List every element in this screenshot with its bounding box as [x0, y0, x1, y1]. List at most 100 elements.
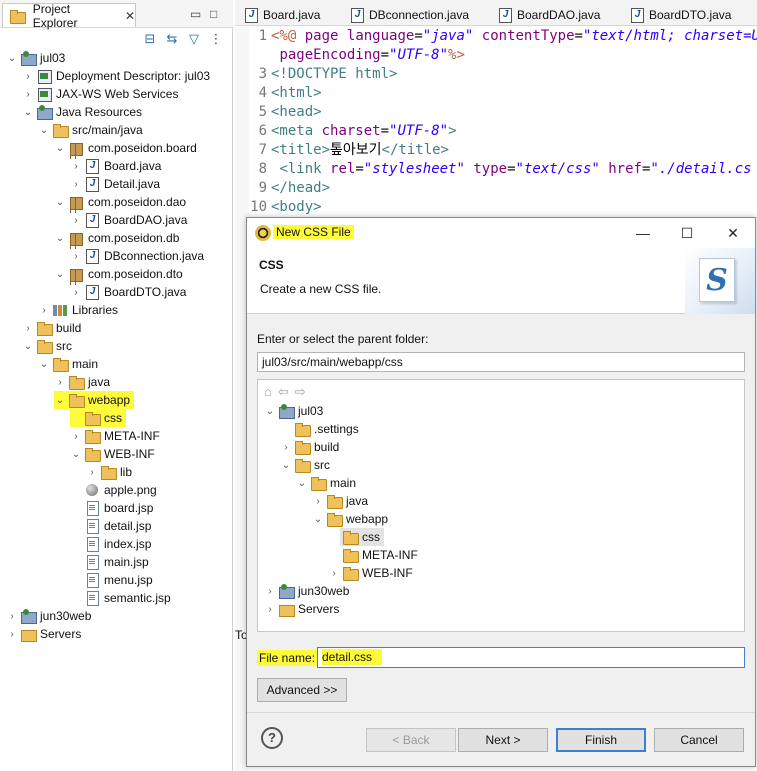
close-icon[interactable]: ✕: [125, 9, 135, 23]
expand-arrow-icon[interactable]: ⌄: [6, 53, 18, 64]
help-icon[interactable]: ?: [261, 727, 283, 749]
expand-arrow-icon[interactable]: ›: [70, 215, 82, 226]
tree-item-build[interactable]: › build: [22, 319, 81, 337]
tree-item-webapp[interactable]: ⌄ webapp: [54, 391, 135, 409]
tree-item-webapp[interactable]: ⌄ webapp: [312, 510, 388, 528]
tree-item-meta-inf[interactable]: › META-INF: [70, 427, 160, 445]
expand-arrow-icon[interactable]: ⌄: [54, 233, 66, 244]
tree-item-lib[interactable]: › lib: [86, 463, 132, 481]
tree-item-jun30web[interactable]: › jun30web: [264, 582, 349, 600]
view-menu-icon[interactable]: ⋮: [208, 31, 224, 47]
tree-item-package-dao[interactable]: ⌄ com.poseidon.dao: [54, 193, 186, 211]
expand-arrow-icon[interactable]: ⌄: [54, 197, 66, 208]
tab-boarddto-java[interactable]: BoardDTO.java: [627, 4, 731, 26]
collapse-all-icon[interactable]: ⊟: [142, 31, 158, 47]
tree-item-index-jsp[interactable]: index.jsp: [70, 535, 151, 553]
tree-item-board-java[interactable]: › Board.java: [70, 157, 161, 175]
expand-arrow-icon[interactable]: ⌄: [312, 514, 324, 525]
expand-arrow-icon[interactable]: ⌄: [54, 269, 66, 280]
filter-icon[interactable]: ▽: [186, 31, 202, 47]
tree-item-package-board[interactable]: ⌄ com.poseidon.board: [54, 139, 197, 157]
expand-arrow-icon[interactable]: ⌄: [54, 143, 66, 154]
home-icon[interactable]: ⌂: [264, 384, 278, 399]
tree-item-detail-jsp[interactable]: detail.jsp: [70, 517, 151, 535]
tab-dbconnection-java[interactable]: DBconnection.java: [347, 4, 469, 26]
tree-item-build[interactable]: › build: [280, 438, 339, 456]
tree-item-src[interactable]: ⌄ src: [280, 456, 330, 474]
tree-item-css[interactable]: css: [70, 409, 126, 427]
cancel-button[interactable]: Cancel: [654, 728, 744, 752]
expand-arrow-icon[interactable]: ⌄: [22, 107, 34, 118]
tree-item-java[interactable]: › java: [312, 492, 368, 510]
tab-project-explorer[interactable]: Project Explorer ✕: [2, 2, 136, 30]
expand-arrow-icon[interactable]: ›: [54, 377, 66, 388]
tree-item-jun30web[interactable]: › jun30web: [6, 607, 91, 625]
tree-item-semantic-jsp[interactable]: semantic.jsp: [70, 589, 171, 607]
expand-arrow-icon[interactable]: ⌄: [264, 406, 276, 417]
dialog-titlebar[interactable]: New CSS File — ☐ ✕: [247, 218, 755, 248]
tab-board-java[interactable]: Board.java: [241, 4, 320, 26]
forward-arrow-icon[interactable]: ⇨: [295, 384, 312, 399]
finish-button[interactable]: Finish: [556, 728, 646, 752]
expand-arrow-icon[interactable]: ›: [264, 604, 276, 615]
tab-boarddao-java[interactable]: BoardDAO.java: [495, 4, 600, 26]
expand-arrow-icon[interactable]: ›: [312, 496, 324, 507]
expand-arrow-icon[interactable]: ›: [86, 467, 98, 478]
tree-item-servers[interactable]: › Servers: [6, 625, 81, 643]
expand-arrow-icon[interactable]: ⌄: [22, 341, 34, 352]
tree-item-dbconnection-java[interactable]: › DBconnection.java: [70, 247, 204, 265]
expand-arrow-icon[interactable]: ›: [70, 287, 82, 298]
tree-item-web-inf[interactable]: ⌄ WEB-INF: [70, 445, 155, 463]
expand-arrow-icon[interactable]: ›: [38, 305, 50, 316]
tree-item-jul03[interactable]: ⌄ jul03: [6, 49, 65, 67]
tree-item-main[interactable]: ⌄ main: [296, 474, 356, 492]
tree-item-deployment-descriptor[interactable]: › Deployment Descriptor: jul03: [22, 67, 210, 85]
maximize-icon[interactable]: □: [210, 7, 217, 21]
tree-item-settings[interactable]: .settings: [280, 420, 359, 438]
expand-arrow-icon[interactable]: ›: [22, 71, 34, 82]
expand-arrow-icon[interactable]: ›: [328, 568, 340, 579]
tree-item-boarddao-java[interactable]: › BoardDAO.java: [70, 211, 187, 229]
expand-arrow-icon[interactable]: ›: [6, 629, 18, 640]
close-icon[interactable]: ✕: [723, 223, 743, 243]
tree-item-apple-png[interactable]: apple.png: [70, 481, 157, 499]
expand-arrow-icon[interactable]: ›: [280, 442, 292, 453]
tree-item-boarddto-java[interactable]: › BoardDTO.java: [70, 283, 186, 301]
tree-item-main-jsp[interactable]: main.jsp: [70, 553, 149, 571]
file-name-input[interactable]: detail.css: [317, 647, 745, 668]
back-button[interactable]: < Back: [366, 728, 456, 752]
tree-item-java-resources[interactable]: ⌄ Java Resources: [22, 103, 142, 121]
expand-arrow-icon[interactable]: ›: [264, 586, 276, 597]
minimize-icon[interactable]: ▭: [190, 7, 201, 21]
minimize-icon[interactable]: —: [633, 223, 653, 243]
tree-item-board-jsp[interactable]: board.jsp: [70, 499, 153, 517]
expand-arrow-icon[interactable]: ⌄: [280, 460, 292, 471]
tree-item-main[interactable]: ⌄ main: [38, 355, 98, 373]
tree-item-java[interactable]: › java: [54, 373, 110, 391]
tree-item-src-main-java[interactable]: ⌄ src/main/java: [38, 121, 143, 139]
tree-item-package-dto[interactable]: ⌄ com.poseidon.dto: [54, 265, 183, 283]
tree-item-package-db[interactable]: ⌄ com.poseidon.db: [54, 229, 179, 247]
tree-item-jul03[interactable]: ⌄ jul03: [264, 402, 323, 420]
next-button[interactable]: Next >: [458, 728, 548, 752]
expand-arrow-icon[interactable]: ›: [22, 89, 34, 100]
expand-arrow-icon[interactable]: ›: [70, 251, 82, 262]
tree-item-detail-java[interactable]: › Detail.java: [70, 175, 160, 193]
tree-item-menu-jsp[interactable]: menu.jsp: [70, 571, 153, 589]
expand-arrow-icon[interactable]: ⌄: [38, 359, 50, 370]
tree-item-src[interactable]: ⌄ src: [22, 337, 72, 355]
expand-arrow-icon[interactable]: ›: [70, 431, 82, 442]
expand-arrow-icon[interactable]: ⌄: [54, 395, 66, 406]
link-with-editor-icon[interactable]: ⇆: [164, 31, 180, 47]
expand-arrow-icon[interactable]: ›: [70, 179, 82, 190]
back-arrow-icon[interactable]: ⇦: [278, 384, 295, 399]
tree-item-jaxws[interactable]: › JAX-WS Web Services: [22, 85, 178, 103]
folder-tree[interactable]: ⌂⇦⇨ ⌄ jul03 .settings › build ⌄ src ⌄ main ›…: [257, 379, 745, 632]
expand-arrow-icon[interactable]: ⌄: [296, 478, 308, 489]
expand-arrow-icon[interactable]: ›: [6, 611, 18, 622]
tree-item-web-inf[interactable]: › WEB-INF: [328, 564, 413, 582]
tree-item-css-selected[interactable]: css: [340, 528, 384, 546]
expand-arrow-icon[interactable]: ›: [22, 323, 34, 334]
advanced-button[interactable]: Advanced >>: [257, 678, 347, 702]
expand-arrow-icon[interactable]: ⌄: [70, 449, 82, 460]
